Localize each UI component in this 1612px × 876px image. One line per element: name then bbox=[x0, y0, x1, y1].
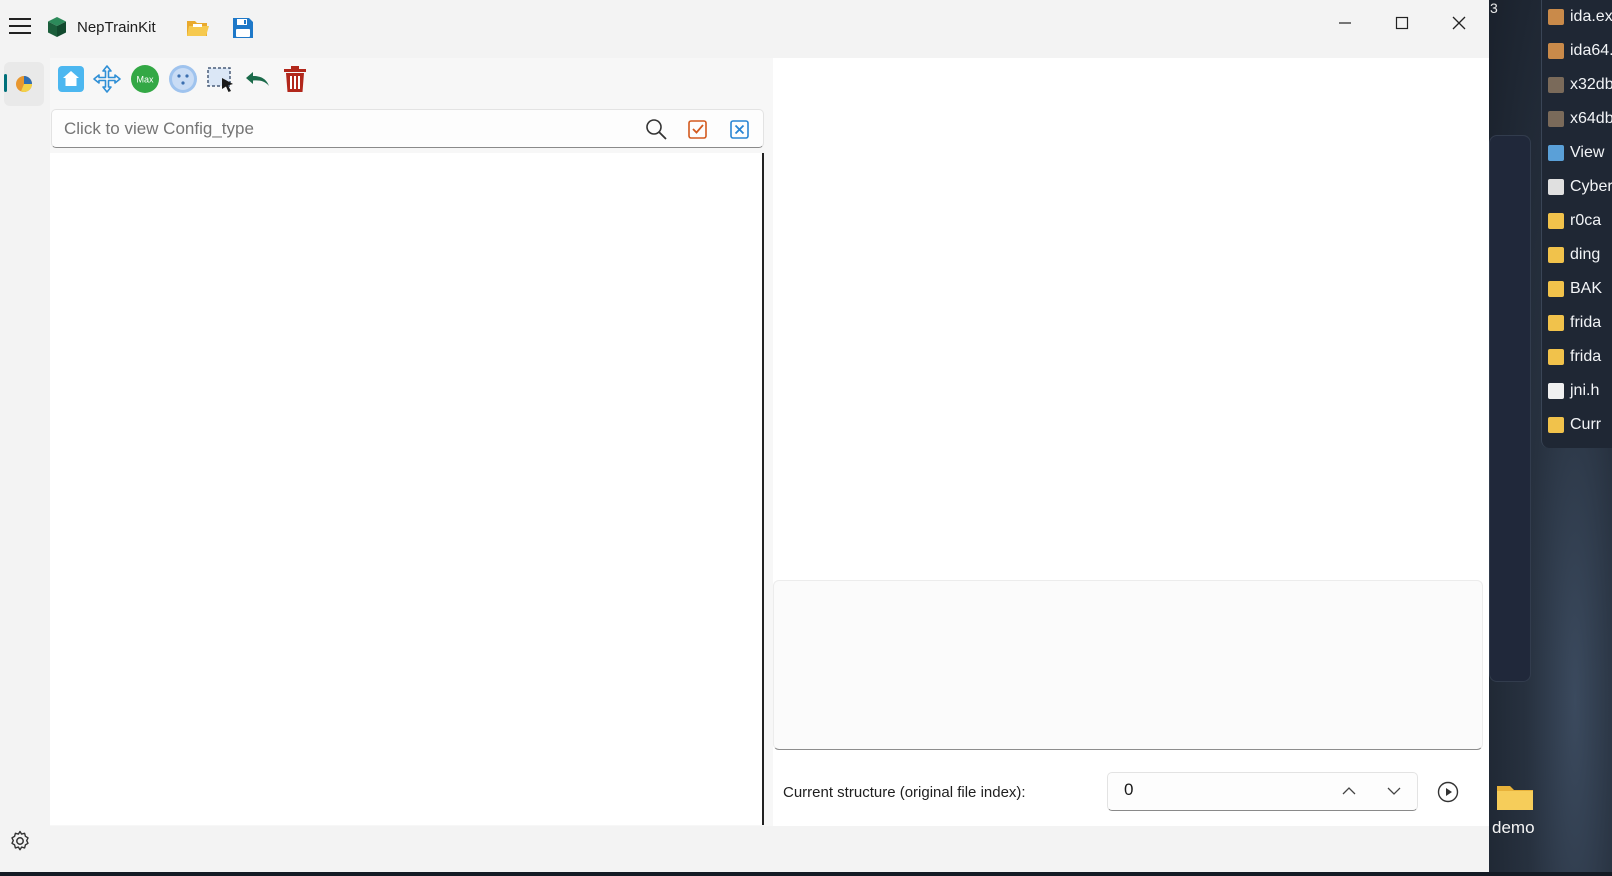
desktop-list-item-label: Curr bbox=[1570, 416, 1602, 433]
bug-icon bbox=[1548, 77, 1564, 93]
desktop-list-item-label: View bbox=[1570, 144, 1605, 161]
desktop-list-item[interactable]: BAK bbox=[1548, 272, 1612, 306]
folder-icon bbox=[1548, 247, 1564, 263]
structure-plot-canvas[interactable] bbox=[50, 153, 762, 825]
app-logo-icon bbox=[48, 17, 66, 37]
structure-index-input[interactable] bbox=[1124, 780, 1274, 800]
spin-up-button[interactable] bbox=[1333, 778, 1365, 804]
desktop-list-item[interactable]: ida.exe bbox=[1548, 0, 1612, 34]
desktop-list-item[interactable]: Cyber bbox=[1548, 170, 1612, 204]
undo-icon[interactable] bbox=[242, 64, 272, 94]
maximize-button[interactable] bbox=[1379, 6, 1425, 40]
desktop-list-item[interactable]: ida64.exe bbox=[1548, 34, 1612, 68]
desktop-list-item-label: ding bbox=[1570, 246, 1601, 263]
minimize-button[interactable] bbox=[1322, 6, 1368, 40]
desktop-list-item[interactable]: x64dbg bbox=[1548, 102, 1612, 136]
gear-icon[interactable] bbox=[8, 829, 32, 853]
desktop-list-item[interactable]: Curr bbox=[1548, 408, 1612, 442]
findmin-icon[interactable] bbox=[168, 64, 198, 94]
home-icon[interactable] bbox=[56, 64, 86, 94]
minimize-icon bbox=[1339, 22, 1351, 24]
close-icon bbox=[1452, 16, 1466, 30]
desktop-corner-number: 3 bbox=[1490, 0, 1498, 16]
nav-item-data-plot[interactable] bbox=[4, 62, 44, 106]
open-folder-icon[interactable] bbox=[186, 17, 210, 39]
pan-icon[interactable] bbox=[92, 64, 122, 94]
app-icon bbox=[1548, 145, 1564, 161]
save-icon[interactable] bbox=[231, 16, 255, 40]
structure-viewer[interactable] bbox=[773, 58, 1489, 574]
desktop-list-item-label: jni.h bbox=[1570, 382, 1600, 399]
clear-selection-icon[interactable] bbox=[729, 118, 751, 140]
desktop-list-item[interactable]: View bbox=[1548, 136, 1612, 170]
status-strip bbox=[50, 826, 1489, 872]
desktop-list-item[interactable]: frida bbox=[1548, 306, 1612, 340]
desktop-list-item-label: x32dbg bbox=[1570, 76, 1612, 93]
maximize-icon bbox=[1395, 16, 1409, 30]
menu-hamburger-icon[interactable] bbox=[9, 18, 31, 36]
desktop-list-item-label: frida bbox=[1570, 348, 1602, 365]
structure-info-panel[interactable] bbox=[773, 580, 1483, 750]
check-select-icon[interactable] bbox=[687, 118, 709, 140]
desktop-panel-back bbox=[1489, 135, 1531, 682]
pie-chart-icon bbox=[16, 76, 32, 92]
folder-icon bbox=[1548, 315, 1564, 331]
desktop-list-item[interactable]: r0ca bbox=[1548, 204, 1612, 238]
nav-selected-indicator bbox=[4, 74, 7, 92]
close-button[interactable] bbox=[1436, 6, 1482, 40]
desktop-list-item-label: BAK bbox=[1570, 280, 1603, 297]
desktop-list-item-label: r0ca bbox=[1570, 212, 1602, 229]
bug-icon bbox=[1548, 111, 1564, 127]
chrome-icon bbox=[1548, 179, 1564, 195]
search-icon[interactable] bbox=[644, 117, 668, 141]
delete-icon[interactable] bbox=[280, 64, 310, 94]
desktop-list-item-label: frida bbox=[1570, 314, 1602, 331]
folder-icon bbox=[1548, 281, 1564, 297]
desktop-list-item-label: ida.exe bbox=[1570, 8, 1612, 25]
play-icon[interactable] bbox=[1436, 780, 1460, 804]
desktop-list-item-label: Cyber bbox=[1570, 178, 1612, 195]
folder-icon bbox=[1548, 213, 1564, 229]
demo-folder-icon[interactable] bbox=[1495, 780, 1535, 812]
demo-folder-label[interactable]: demo bbox=[1492, 818, 1535, 838]
config-type-search-input[interactable] bbox=[64, 118, 604, 140]
chevron-down-icon bbox=[1387, 787, 1401, 795]
taskbar-edge bbox=[0, 872, 1612, 876]
desktop-list-item-label: ida64.exe bbox=[1570, 42, 1612, 59]
folder-icon bbox=[1548, 349, 1564, 365]
max-icon-label: Max bbox=[136, 75, 154, 85]
select-icon[interactable] bbox=[206, 64, 236, 94]
desktop-list-item-label: x64dbg bbox=[1570, 110, 1612, 127]
folder-icon bbox=[1548, 417, 1564, 433]
ida-icon bbox=[1548, 9, 1564, 25]
desktop-list-item[interactable]: x32dbg bbox=[1548, 68, 1612, 102]
desktop-list-item[interactable]: frida bbox=[1548, 340, 1612, 374]
ida-icon bbox=[1548, 43, 1564, 59]
app-title: NepTrainKit bbox=[77, 19, 156, 36]
chevron-up-icon bbox=[1342, 787, 1356, 795]
title-bar bbox=[0, 0, 1489, 56]
desktop-list-item[interactable]: ding bbox=[1548, 238, 1612, 272]
desktop-list-item[interactable]: jni.h bbox=[1548, 374, 1612, 408]
spin-down-button[interactable] bbox=[1378, 778, 1410, 804]
max-icon[interactable]: Max bbox=[130, 64, 160, 94]
file-icon bbox=[1548, 383, 1564, 399]
panel-splitter[interactable] bbox=[762, 153, 764, 825]
structure-index-label: Current structure (original file index): bbox=[783, 784, 1026, 801]
